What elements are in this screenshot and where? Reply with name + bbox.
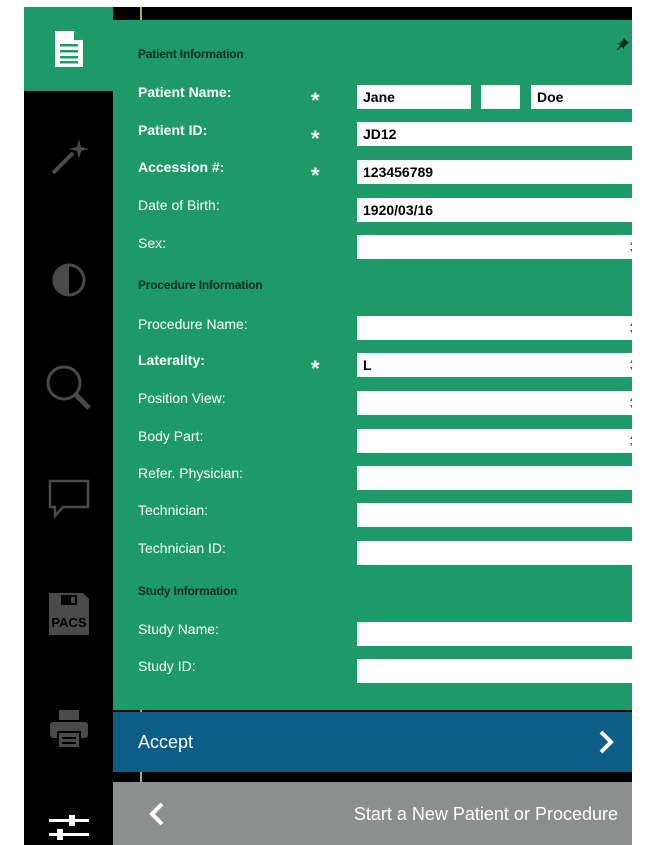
section-patient-information: Patient Information bbox=[138, 47, 244, 61]
sex-select[interactable] bbox=[357, 235, 632, 259]
position-view-label: Position View: bbox=[138, 390, 226, 406]
dob-field[interactable]: 1920/03/16 bbox=[357, 198, 632, 222]
document-icon bbox=[54, 31, 83, 67]
select-arrows-icon bbox=[630, 321, 632, 335]
select-arrows-icon bbox=[630, 396, 632, 410]
study-name-field[interactable] bbox=[357, 622, 632, 646]
body-part-select[interactable] bbox=[357, 429, 632, 453]
chevron-left-icon bbox=[149, 802, 164, 826]
sidebar: PACS bbox=[24, 7, 113, 845]
technician-field[interactable] bbox=[357, 503, 632, 527]
section-procedure-information: Procedure Information bbox=[138, 278, 263, 292]
app-frame: PACS Patient Information Patient Name: *… bbox=[24, 7, 632, 845]
select-arrows-icon bbox=[630, 240, 632, 254]
print-icon bbox=[49, 710, 88, 749]
sidebar-item-patient-info[interactable] bbox=[24, 7, 113, 91]
search-icon bbox=[46, 365, 91, 410]
required-marker: * bbox=[311, 88, 320, 113]
sex-label: Sex: bbox=[138, 235, 167, 251]
patient-name-label: Patient Name: bbox=[138, 84, 232, 100]
sidebar-item-pacs[interactable]: PACS bbox=[24, 572, 113, 656]
laterality-select[interactable]: L bbox=[357, 353, 632, 377]
sidebar-item-contrast[interactable] bbox=[24, 238, 113, 322]
pin-icon[interactable] bbox=[616, 37, 630, 51]
refer-physician-label: Refer. Physician: bbox=[138, 465, 244, 481]
technician-id-field[interactable] bbox=[357, 541, 632, 565]
study-id-label: Study ID: bbox=[138, 658, 196, 674]
sidebar-item-search[interactable] bbox=[24, 346, 113, 430]
sliders-icon bbox=[48, 815, 89, 840]
technician-label: Technician: bbox=[138, 502, 209, 518]
select-arrows-icon bbox=[630, 434, 632, 448]
laterality-value: L bbox=[363, 357, 372, 373]
required-marker: * bbox=[311, 163, 320, 188]
comment-icon bbox=[48, 479, 89, 520]
body-part-label: Body Part: bbox=[138, 428, 204, 444]
first-name-field[interactable]: Jane bbox=[357, 85, 471, 109]
refer-physician-field[interactable] bbox=[357, 466, 632, 490]
position-view-select[interactable] bbox=[357, 391, 632, 415]
laterality-label: Laterality: bbox=[138, 352, 205, 368]
middle-name-field[interactable] bbox=[481, 85, 520, 109]
pacs-save-icon: PACS bbox=[48, 593, 89, 635]
contrast-icon bbox=[52, 263, 85, 297]
accession-label: Accession #: bbox=[138, 159, 225, 175]
procedure-name-select[interactable] bbox=[357, 316, 632, 340]
study-id-field[interactable] bbox=[357, 659, 632, 683]
new-patient-button[interactable]: Start a New Patient or Procedure bbox=[113, 782, 632, 845]
study-name-label: Study Name: bbox=[138, 621, 219, 637]
required-marker: * bbox=[311, 356, 320, 381]
procedure-name-label: Procedure Name: bbox=[138, 316, 248, 332]
sidebar-item-settings[interactable] bbox=[24, 787, 113, 845]
sidebar-item-print[interactable] bbox=[24, 687, 113, 771]
dob-label: Date of Birth: bbox=[138, 197, 220, 213]
accession-field[interactable]: 123456789 bbox=[357, 160, 632, 184]
last-name-field[interactable]: Doe bbox=[531, 85, 632, 109]
pacs-label: PACS bbox=[51, 615, 86, 630]
select-arrows-icon bbox=[630, 358, 632, 372]
chevron-right-icon bbox=[599, 730, 614, 754]
patient-form-panel: Patient Information Patient Name: * Jane… bbox=[113, 20, 632, 710]
sidebar-item-annotate[interactable] bbox=[24, 115, 113, 199]
technician-id-label: Technician ID: bbox=[138, 540, 226, 556]
required-marker: * bbox=[311, 126, 320, 151]
section-study-information: Study Information bbox=[138, 584, 238, 598]
magic-wand-icon bbox=[51, 139, 89, 175]
new-patient-label: Start a New Patient or Procedure bbox=[353, 804, 618, 824]
patient-id-label: Patient ID: bbox=[138, 122, 208, 138]
patient-id-field[interactable]: JD12 bbox=[357, 122, 632, 146]
sidebar-item-comment[interactable] bbox=[24, 457, 113, 541]
accept-button[interactable]: Accept bbox=[113, 712, 632, 772]
accept-label: Accept bbox=[138, 732, 194, 752]
